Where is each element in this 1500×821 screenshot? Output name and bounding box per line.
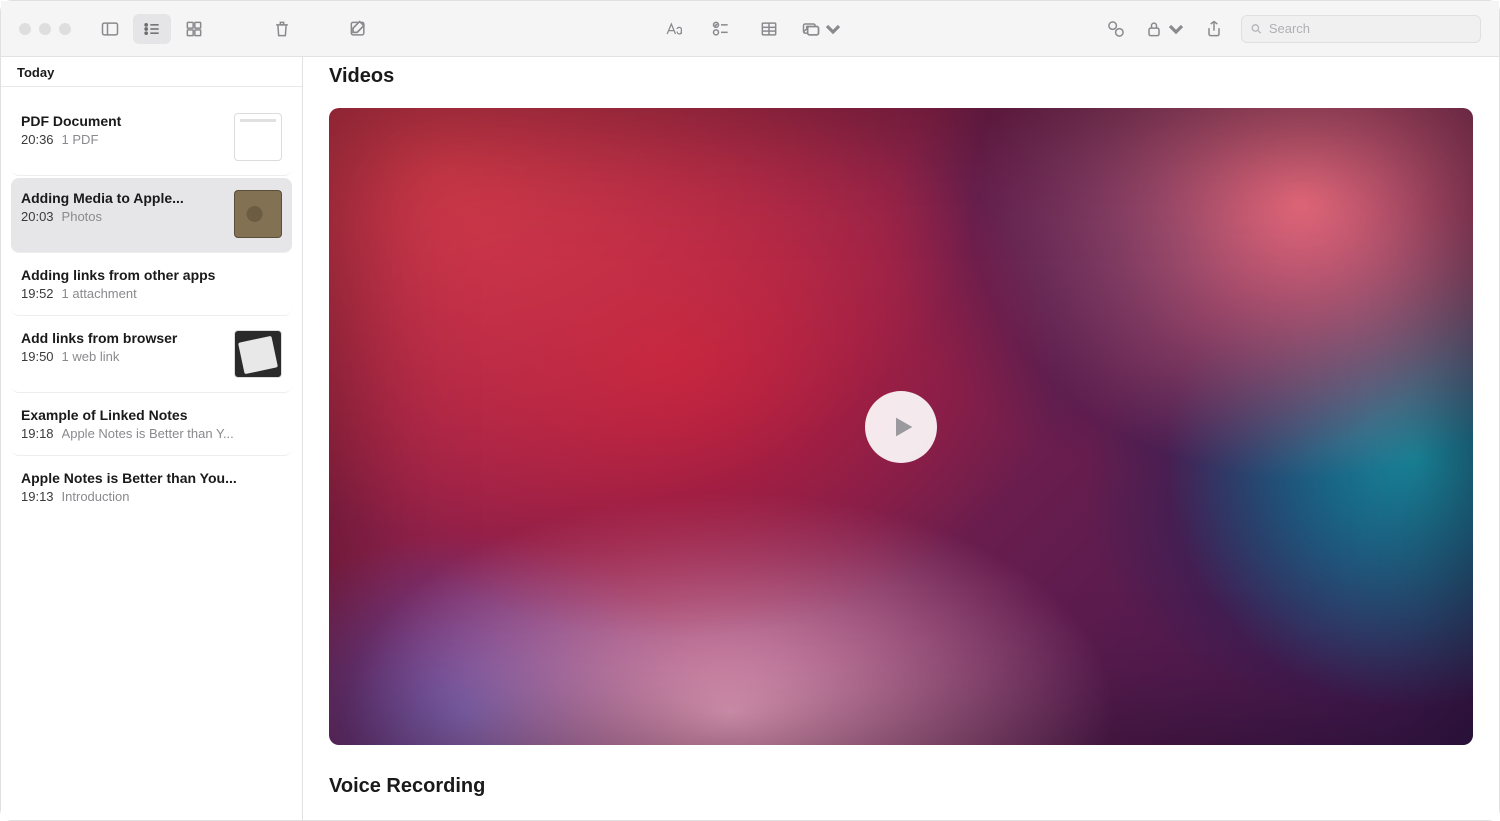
- editor-heading-videos: Videos: [329, 65, 1473, 88]
- share-button[interactable]: [1195, 14, 1233, 44]
- lock-button[interactable]: [1143, 14, 1187, 44]
- note-title: Example of Linked Notes: [21, 407, 282, 423]
- chevron-down-icon: [1166, 19, 1186, 39]
- table-button[interactable]: [750, 14, 788, 44]
- note-time: 20:03: [21, 209, 54, 224]
- window-controls: [19, 23, 71, 35]
- note-title: Adding Media to Apple...: [21, 190, 224, 206]
- notes-list: PDF Document 20:36 1 PDF Adding Media to…: [1, 87, 302, 518]
- note-item[interactable]: PDF Document 20:36 1 PDF: [11, 101, 292, 176]
- gallery-view-button[interactable]: [175, 14, 213, 44]
- close-window-button[interactable]: [19, 23, 31, 35]
- play-icon: [889, 413, 917, 441]
- note-item[interactable]: Example of Linked Notes 19:18 Apple Note…: [11, 395, 292, 456]
- note-preview: 1 PDF: [62, 132, 224, 147]
- note-item[interactable]: Add links from browser 19:50 1 web link: [11, 318, 292, 393]
- note-preview: 1 attachment: [62, 286, 282, 301]
- toolbar: [1, 1, 1499, 57]
- media-icon: [801, 19, 821, 39]
- note-title: PDF Document: [21, 113, 224, 129]
- sidebar-icon: [100, 19, 120, 39]
- media-button[interactable]: [798, 14, 846, 44]
- note-preview: Apple Notes is Better than Y...: [62, 426, 282, 441]
- note-time: 19:18: [21, 426, 54, 441]
- search-box[interactable]: [1241, 15, 1481, 43]
- note-title: Apple Notes is Better than You...: [21, 470, 282, 486]
- sidebar-header: Today: [1, 57, 302, 87]
- delete-note-button[interactable]: [263, 14, 301, 44]
- checklist-button[interactable]: [702, 14, 740, 44]
- link-icon: [1106, 19, 1126, 39]
- editor-heading-voice: Voice Recording: [329, 775, 1473, 798]
- note-time: 19:13: [21, 489, 54, 504]
- note-item[interactable]: Adding Media to Apple... 20:03 Photos: [11, 178, 292, 253]
- maximize-window-button[interactable]: [59, 23, 71, 35]
- link-button[interactable]: [1097, 14, 1135, 44]
- note-time: 19:50: [21, 349, 54, 364]
- trash-icon: [272, 19, 292, 39]
- video-attachment[interactable]: [329, 108, 1473, 745]
- toggle-sidebar-button[interactable]: [91, 14, 129, 44]
- play-button[interactable]: [865, 391, 937, 463]
- note-thumbnail: [234, 330, 282, 378]
- share-icon: [1204, 19, 1224, 39]
- compose-icon: [348, 19, 368, 39]
- table-icon: [759, 19, 779, 39]
- format-icon: [663, 19, 683, 39]
- note-preview: Introduction: [62, 489, 282, 504]
- lock-icon: [1144, 19, 1164, 39]
- search-icon: [1250, 22, 1263, 36]
- note-editor[interactable]: Videos Voice Recording: [303, 57, 1499, 820]
- minimize-window-button[interactable]: [39, 23, 51, 35]
- chevron-down-icon: [823, 19, 843, 39]
- list-icon: [142, 19, 162, 39]
- grid-icon: [184, 19, 204, 39]
- new-note-button[interactable]: [339, 14, 377, 44]
- note-item[interactable]: Apple Notes is Better than You... 19:13 …: [11, 458, 292, 518]
- note-item[interactable]: Adding links from other apps 19:52 1 att…: [11, 255, 292, 316]
- search-input[interactable]: [1269, 21, 1472, 36]
- notes-sidebar: Today PDF Document 20:36 1 PDF Adding Me…: [1, 57, 303, 820]
- checklist-icon: [711, 19, 731, 39]
- note-preview: Photos: [62, 209, 224, 224]
- list-view-button[interactable]: [133, 14, 171, 44]
- note-time: 20:36: [21, 132, 54, 147]
- note-title: Add links from browser: [21, 330, 224, 346]
- note-thumbnail: [234, 113, 282, 161]
- format-button[interactable]: [654, 14, 692, 44]
- note-title: Adding links from other apps: [21, 267, 282, 283]
- note-time: 19:52: [21, 286, 54, 301]
- note-preview: 1 web link: [62, 349, 224, 364]
- note-thumbnail: [234, 190, 282, 238]
